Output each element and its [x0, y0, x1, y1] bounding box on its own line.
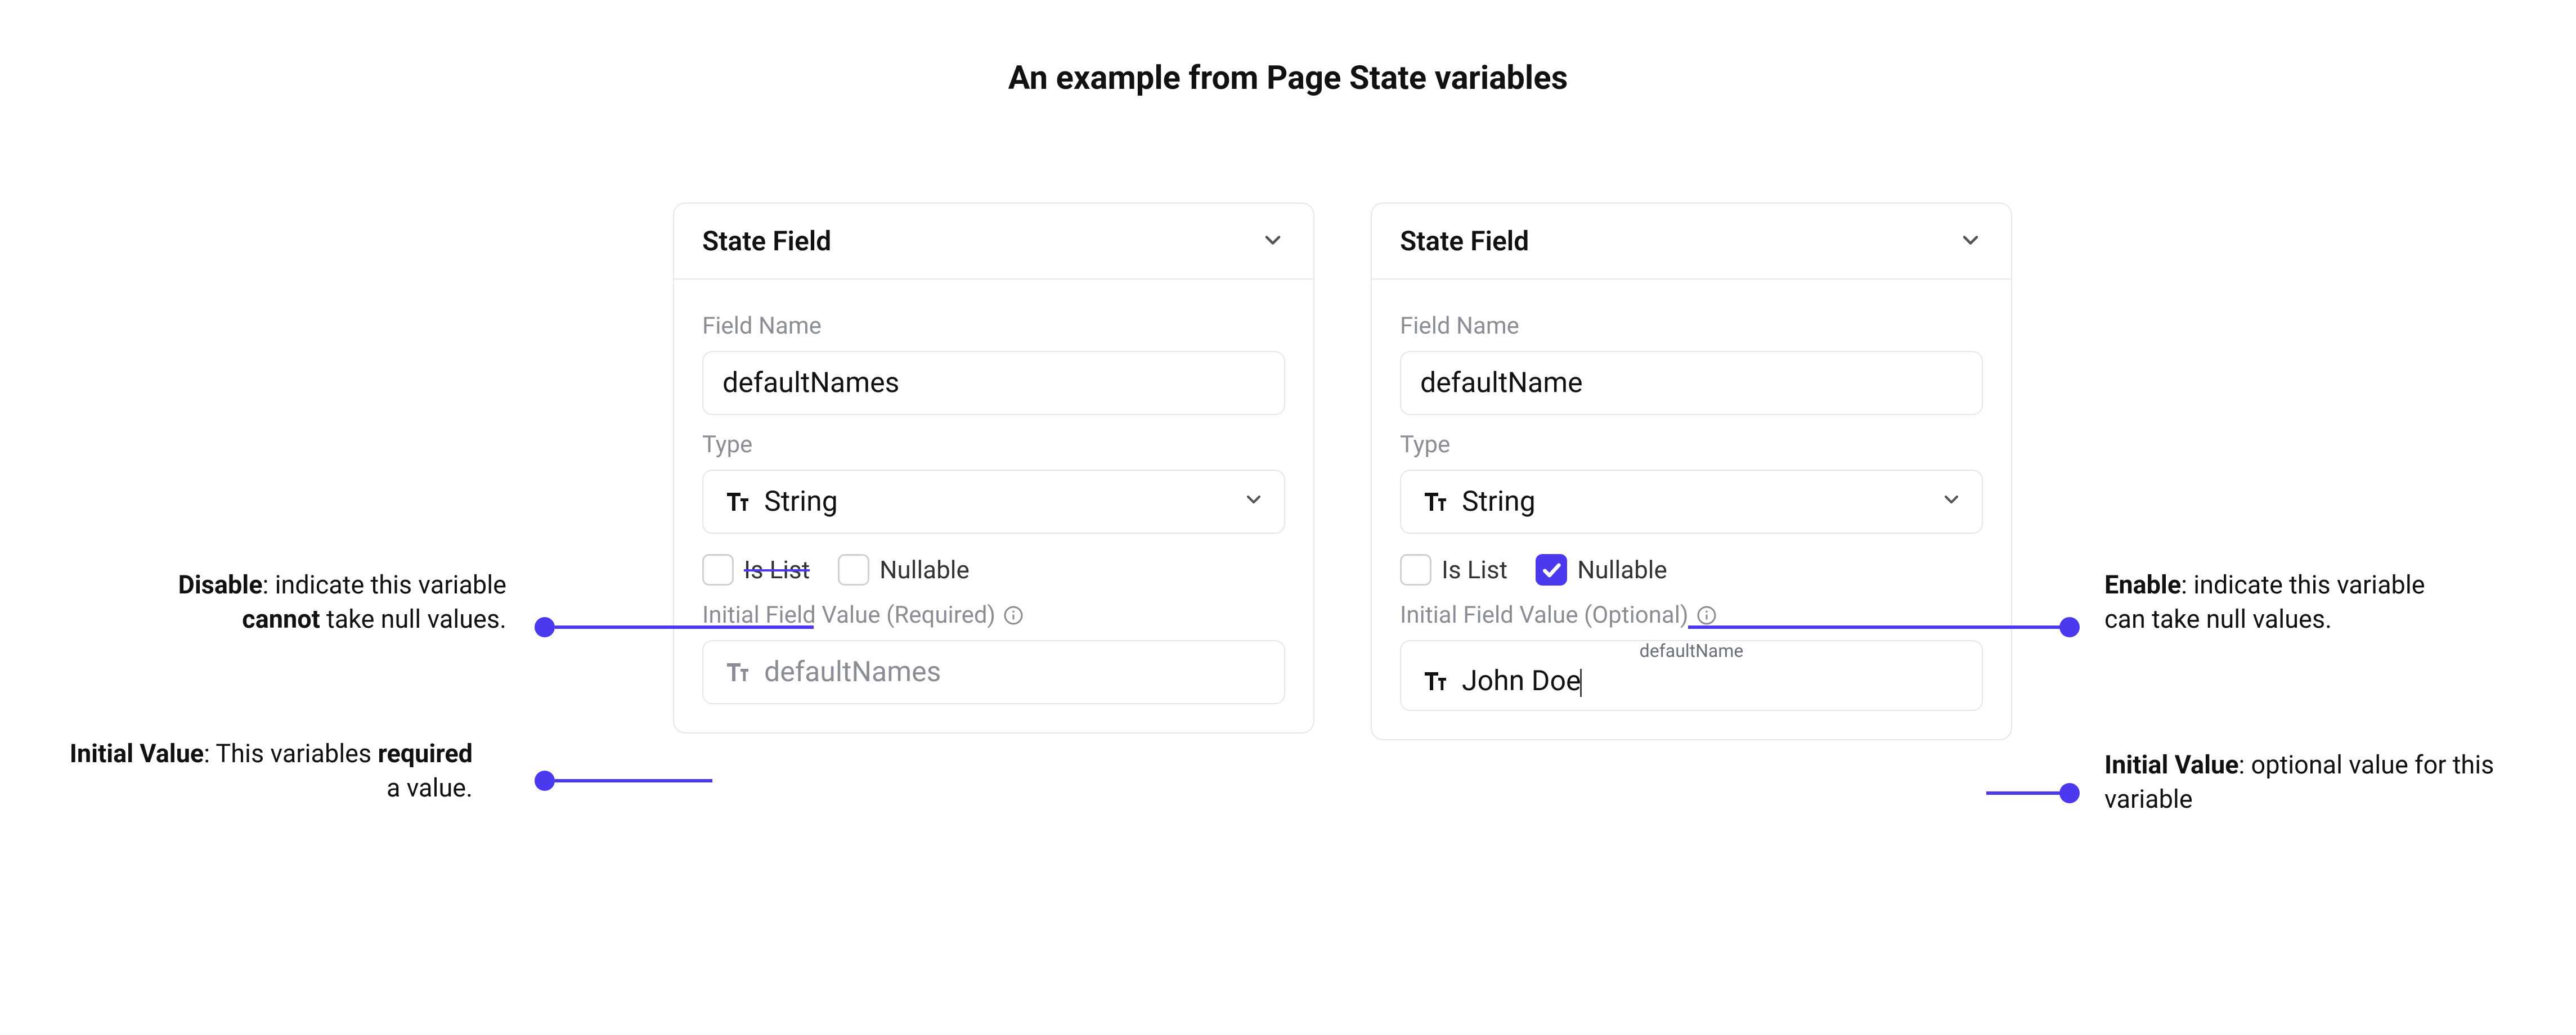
nullable-label: Nullable — [1577, 555, 1667, 584]
annotation-initial-right: Initial Value: optional value for this v… — [2104, 748, 2510, 817]
type-label: Type — [1400, 431, 1983, 458]
field-name-label: Field Name — [702, 312, 1285, 340]
text-type-icon — [722, 488, 752, 515]
type-value: String — [764, 485, 1230, 518]
chevron-down-icon — [1940, 485, 1963, 518]
text-type-icon — [1420, 488, 1449, 515]
initial-value-floating-label: defaultName — [1640, 640, 1744, 662]
annotation-dot — [535, 771, 555, 791]
annotation-initial-left: Initial Value: This variables required a… — [68, 737, 473, 806]
field-name-input[interactable]: defaultName — [1400, 351, 1983, 415]
annotation-connector — [555, 779, 712, 782]
annotation-disable: Disable: indicate this variable cannot t… — [113, 568, 506, 637]
state-field-card-left: State Field Field Name defaultNames Type… — [673, 202, 1314, 734]
annotation-dot — [535, 617, 555, 637]
is-list-checkbox[interactable]: Is List — [1400, 554, 1507, 586]
initial-value-input[interactable]: defaultName John Doe — [1400, 640, 1983, 711]
is-list-checkbox[interactable]: Is List — [702, 554, 810, 586]
text-type-icon — [722, 659, 752, 686]
type-value: String — [1462, 485, 1928, 518]
annotation-dot — [2059, 617, 2080, 637]
card-header-title: State Field — [702, 225, 831, 257]
page-title: An example from Page State variables — [0, 59, 2576, 97]
nullable-checkbox[interactable]: Nullable — [838, 554, 970, 586]
chevron-down-icon[interactable] — [1260, 228, 1285, 255]
is-list-label: Is List — [744, 555, 810, 584]
field-name-label: Field Name — [1400, 312, 1983, 340]
text-type-icon — [1420, 668, 1449, 695]
field-name-input[interactable]: defaultNames — [702, 351, 1285, 415]
nullable-label: Nullable — [879, 555, 970, 584]
annotation-connector — [1688, 626, 2065, 629]
initial-value-label: Initial Field Value (Required) — [702, 601, 1285, 629]
info-icon[interactable] — [1697, 605, 1717, 626]
type-select[interactable]: String — [702, 470, 1285, 534]
card-header-title: State Field — [1400, 225, 1529, 257]
annotation-connector — [555, 626, 814, 629]
type-label: Type — [702, 431, 1285, 458]
field-name-value: defaultName — [1420, 367, 1963, 399]
annotation-enable: Enable: indicate this variable can take … — [2104, 568, 2465, 637]
is-list-label: Is List — [1442, 555, 1507, 584]
annotation-dot — [2059, 783, 2080, 803]
field-name-value: defaultNames — [722, 367, 1265, 399]
initial-value-text: John Doe — [1462, 665, 1582, 698]
state-field-card-right: State Field Field Name defaultName Type … — [1371, 202, 2012, 740]
type-select[interactable]: String — [1400, 470, 1983, 534]
annotation-connector — [1986, 791, 2065, 795]
info-icon[interactable] — [1003, 605, 1024, 626]
chevron-down-icon — [1242, 485, 1265, 518]
chevron-down-icon[interactable] — [1958, 228, 1983, 255]
initial-value-input[interactable]: defaultNames — [702, 640, 1285, 704]
initial-value-label: Initial Field Value (Optional) — [1400, 601, 1983, 629]
nullable-checkbox[interactable]: Nullable — [1536, 554, 1667, 586]
initial-value-placeholder: defaultNames — [764, 656, 1265, 688]
